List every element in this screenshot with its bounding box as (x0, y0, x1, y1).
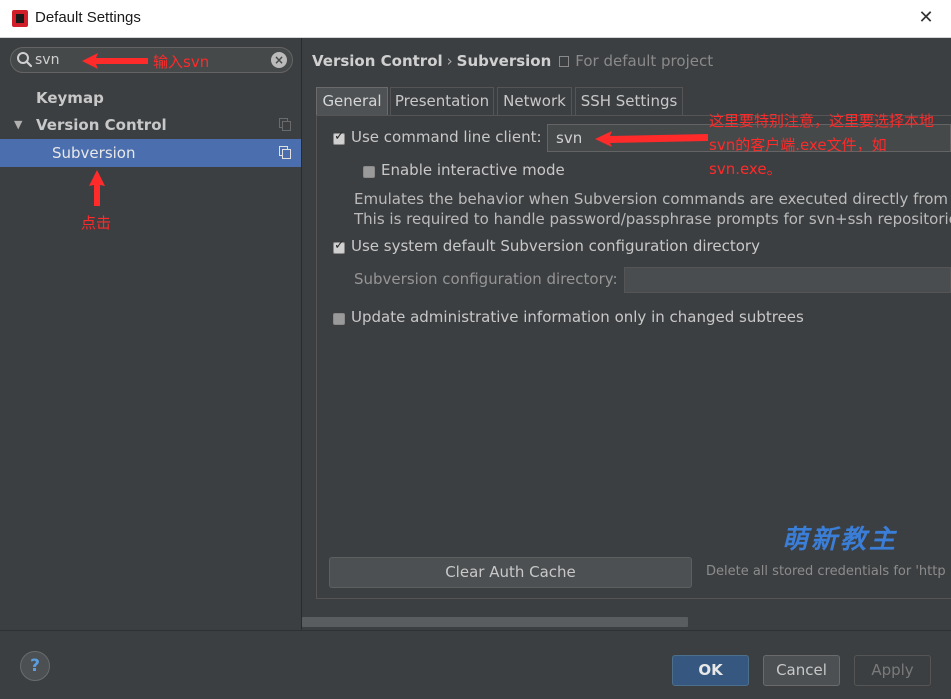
clear-auth-cache-button[interactable]: Clear Auth Cache (329, 557, 692, 588)
tab-network[interactable]: Network (497, 87, 572, 115)
config-directory-label: Subversion configuration directory: (354, 270, 618, 288)
project-copy-icon (279, 146, 291, 159)
description-line: Emulates the behavior when Subversion co… (354, 190, 951, 208)
interactive-mode-label: Enable interactive mode (381, 161, 565, 179)
horizontal-scrollbar-thumb[interactable] (302, 617, 688, 627)
sidebar-item-keymap[interactable]: Keymap (0, 84, 301, 112)
close-icon[interactable]: ✕ (915, 7, 937, 29)
use-cmd-client-label: Use command line client: (351, 128, 542, 146)
project-copy-icon (279, 118, 291, 131)
sidebar-item-label: Subversion (52, 144, 136, 162)
breadcrumb-parent: Version Control (312, 52, 443, 70)
use-cmd-client-checkbox[interactable] (333, 129, 345, 145)
settings-sidebar: × Keymap ▼ Version Control Subversion (0, 38, 302, 630)
apply-button[interactable]: Apply (854, 655, 931, 686)
sidebar-item-version-control[interactable]: ▼ Version Control (0, 111, 301, 139)
tab-general[interactable]: General (316, 87, 388, 115)
help-button[interactable]: ? (20, 651, 50, 681)
config-directory-field[interactable] (624, 267, 951, 293)
breadcrumb-scope: For default project (575, 52, 714, 70)
tab-ssh-settings[interactable]: SSH Settings (575, 87, 683, 115)
tab-presentation[interactable]: Presentation (390, 87, 494, 115)
expand-arrow-icon[interactable]: ▼ (14, 111, 22, 139)
settings-search-box[interactable]: × (10, 47, 293, 73)
window-title: Default Settings (35, 9, 141, 26)
clear-search-icon[interactable]: × (271, 52, 287, 68)
update-admin-info-label: Update administrative information only i… (351, 308, 804, 326)
ok-button[interactable]: OK (672, 655, 749, 686)
description-line: This is required to handle password/pass… (354, 210, 951, 228)
sidebar-item-subversion[interactable]: Subversion (0, 139, 301, 167)
update-admin-info-checkbox[interactable] (333, 313, 345, 325)
breadcrumb-separator: › (446, 52, 453, 70)
breadcrumb-current: Subversion (456, 52, 552, 70)
cancel-button[interactable]: Cancel (763, 655, 840, 686)
watermark: 萌新教主 (782, 525, 899, 555)
project-scope-icon (559, 56, 570, 67)
interactive-mode-checkbox[interactable] (363, 166, 375, 178)
annotation-client-note: 这里要特别注意，这里要选择本地svn的客户端.exe文件，如svn.exe。 (709, 112, 935, 178)
sidebar-item-label: Version Control (36, 116, 167, 134)
breadcrumb: Version Control › Subversion For default pr… (312, 52, 713, 70)
sidebar-item-label: Keymap (36, 89, 104, 107)
use-system-default-dir-checkbox[interactable] (333, 238, 345, 254)
intellij-app-icon (12, 10, 28, 27)
dialog-button-bar: ? OK Cancel Apply (0, 630, 951, 699)
interactive-mode-description: Emulates the behavior when Subversion co… (354, 189, 951, 229)
annotation-click-note: 点击 (81, 214, 112, 232)
use-system-default-dir-label: Use system default Subversion configurat… (351, 237, 760, 255)
title-bar: Default Settings ✕ (0, 0, 951, 38)
annotation-search-note: 输入svn (153, 53, 210, 71)
search-icon (17, 52, 33, 68)
clear-auth-cache-description: Delete all stored credentials for 'http (706, 564, 946, 579)
search-input[interactable] (35, 51, 265, 69)
